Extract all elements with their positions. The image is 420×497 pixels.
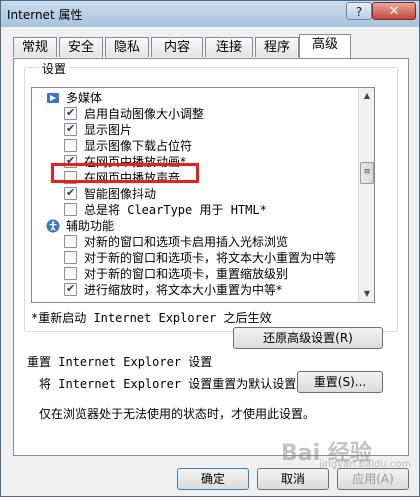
apply-button[interactable]: 应用(A) bbox=[337, 468, 409, 490]
help-button[interactable]: ? bbox=[346, 2, 372, 20]
watermark-url: jingyan.baidu.com bbox=[319, 459, 412, 470]
tab-programs[interactable]: 程序 bbox=[255, 37, 299, 57]
checkbox[interactable] bbox=[64, 203, 77, 216]
tab-security[interactable]: 安全 bbox=[59, 37, 103, 57]
close-button[interactable]: ✕ bbox=[372, 2, 416, 20]
accessibility-icon bbox=[46, 219, 60, 233]
setting-label: 显示图片 bbox=[84, 123, 133, 137]
checkbox[interactable] bbox=[64, 105, 77, 121]
scroll-up-arrow-icon[interactable]: ▲ bbox=[359, 88, 374, 104]
restart-note: *重新启动 Internet Explorer 之后生效 bbox=[31, 311, 272, 325]
cancel-button[interactable]: 取消 bbox=[257, 468, 329, 490]
setting-label: 总是将 ClearType 用于 HTML* bbox=[84, 203, 267, 217]
setting-label: 对于新的窗口和选项卡，将文本大小重置为中等 bbox=[84, 251, 337, 265]
setting-label: 进行缩放时，将文本大小重置为中等* bbox=[84, 283, 283, 297]
setting-label: 对于新的窗口和选项卡，重置缩放级别 bbox=[84, 267, 289, 281]
multimedia-icon bbox=[47, 93, 59, 103]
tab-general[interactable]: 常规 bbox=[13, 37, 57, 57]
checkbox[interactable] bbox=[64, 185, 77, 201]
category-label: 多媒体 bbox=[66, 91, 103, 105]
tab-advanced[interactable]: 高级 bbox=[299, 34, 351, 58]
setting-label: 对新的窗口和选项卡启用插入光标浏览 bbox=[84, 235, 289, 249]
checkbox[interactable] bbox=[64, 139, 77, 152]
checkbox[interactable] bbox=[64, 235, 77, 248]
setting-label: 智能图像抖动 bbox=[84, 187, 157, 201]
setting-label: 显示图像下载占位符 bbox=[84, 139, 193, 153]
checkbox[interactable] bbox=[64, 121, 77, 137]
settings-list[interactable]: 多媒体 启用自动图像大小调整 显示图片 显示图像下载占位符 在网页中播放动画* … bbox=[31, 87, 375, 303]
reset-description: 将 Internet Explorer 设置重置为默认设置。 bbox=[39, 377, 309, 391]
tab-privacy[interactable]: 隐私 bbox=[105, 37, 149, 57]
reset-heading: 重置 Internet Explorer 设置 bbox=[27, 355, 213, 369]
setting-label: 启用自动图像大小调整 bbox=[84, 107, 205, 121]
tab-connections[interactable]: 连接 bbox=[205, 37, 253, 57]
reset-note: 仅在浏览器处于无法使用的状态时，才使用此设置。 bbox=[39, 407, 316, 421]
checkbox[interactable] bbox=[64, 251, 77, 264]
ok-button[interactable]: 确定 bbox=[177, 468, 249, 490]
category-label: 辅助功能 bbox=[66, 219, 115, 233]
restore-advanced-settings-button[interactable]: 还原高级设置(R) bbox=[233, 327, 383, 349]
internet-options-window: Internet 属性 ? ✕ 常规 安全 隐私 内容 连接 程序 高级 设置 … bbox=[0, 0, 420, 497]
reset-button[interactable]: 重置(S)... bbox=[297, 371, 383, 393]
tab-content[interactable]: 内容 bbox=[151, 37, 203, 57]
scroll-thumb[interactable]: ≡ bbox=[360, 162, 374, 184]
window-title: Internet 属性 bbox=[7, 8, 83, 22]
checkbox[interactable] bbox=[64, 267, 77, 280]
checkbox[interactable] bbox=[64, 281, 77, 297]
scroll-down-arrow-icon[interactable]: ▼ bbox=[359, 286, 374, 302]
settings-group-label: 设置 bbox=[39, 60, 70, 77]
title-bar[interactable]: Internet 属性 ? ✕ bbox=[1, 1, 419, 27]
settings-scrollbar[interactable]: ▲ ≡ ▼ bbox=[358, 88, 374, 302]
highlight-annotation-box bbox=[51, 163, 199, 183]
